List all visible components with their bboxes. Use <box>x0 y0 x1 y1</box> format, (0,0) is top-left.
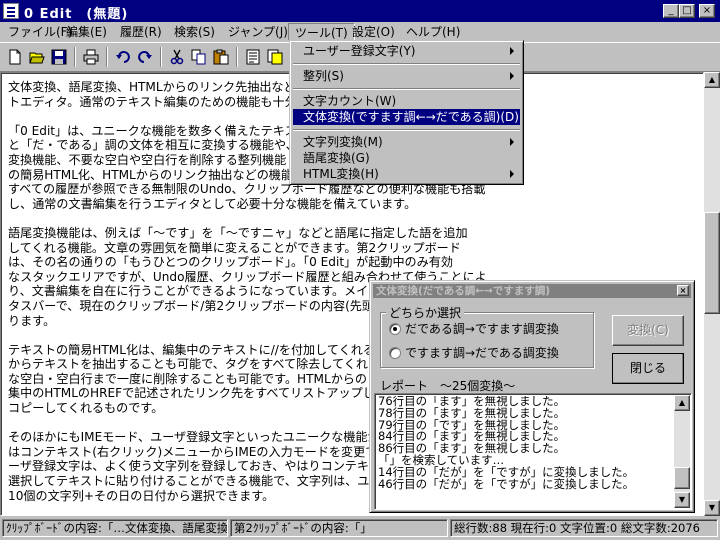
report-list: 76行目の「ます」を無視しました。 78行目の「ます」を無視しました。 79行目の「… <box>378 396 668 508</box>
scroll-thumb[interactable] <box>704 212 720 314</box>
radio-unchecked-icon[interactable] <box>389 347 401 359</box>
menu-item-label: 整列(S) <box>303 69 344 83</box>
dialog-close-icon[interactable]: × <box>677 285 689 296</box>
copy-icon[interactable] <box>188 46 210 68</box>
status-position: 総行数:88 現在行:0 文字位置:0 総文字数:2076 <box>450 519 718 537</box>
close-dialog-button[interactable]: 閉じる <box>612 353 684 384</box>
close-button[interactable]: × <box>699 4 715 18</box>
new-file-icon[interactable] <box>4 46 26 68</box>
paste-icon[interactable] <box>210 46 232 68</box>
menu-jump[interactable]: ジャンプ(J) <box>222 23 294 41</box>
menu-separator <box>293 129 520 131</box>
minimize-button[interactable]: _ <box>663 4 679 18</box>
cut-icon[interactable] <box>166 46 188 68</box>
tools-dropdown-menu: ユーザー登録文字(Y) 整列(S) 文字カウント(W) 文体変換(ですます調←→… <box>289 40 524 185</box>
menu-item-html-convert[interactable]: HTML変換(H) <box>293 166 520 182</box>
editor-line[interactable]: し、通常の文書編集を行うエディタとして必要十分な機能を備えています。 <box>8 197 698 212</box>
second-clipboard-icon[interactable] <box>264 46 286 68</box>
group-label: どちらか選択 <box>386 304 465 321</box>
report-box[interactable]: 76行目の「ます」を無視しました。 78行目の「ます」を無視しました。 79行目の「… <box>374 393 692 510</box>
report-scrollbar[interactable]: ▲ ▼ <box>674 395 690 508</box>
style-convert-dialog: 文体変換(だである調←→ですます調) × だである調→ですます調変換 ですます調… <box>369 280 695 513</box>
radio-checked-icon[interactable] <box>389 323 401 335</box>
scroll-thumb[interactable] <box>674 467 690 489</box>
menu-search[interactable]: 検索(S) <box>168 23 221 41</box>
dialog-title: 文体変換(だである調←→ですます調) <box>376 285 551 297</box>
scroll-down-icon[interactable]: ▼ <box>704 500 720 516</box>
scroll-up-icon[interactable]: ▲ <box>674 395 690 411</box>
toolbar-separator <box>160 47 162 67</box>
redo-icon[interactable] <box>134 46 156 68</box>
submenu-arrow-icon <box>510 47 514 55</box>
editor-line[interactable]: 語尾変換機能は、例えば「～です」を「～ですニャ」などと語尾に指定した語を追加 <box>8 226 698 241</box>
convert-button[interactable]: 変換(C) <box>612 315 684 346</box>
menu-item-style-convert[interactable]: 文体変換(ですます調←→だである調)(D) <box>293 109 520 125</box>
status-clipboard2: 第2ｸﾘｯﾌﾟﾎﾞｰﾄﾞの内容:「」 <box>230 519 448 537</box>
window-title: 0 Edit (無題) <box>24 7 129 22</box>
toolbar-separator <box>236 47 238 67</box>
menu-item-string-convert[interactable]: 文字列変換(M) <box>293 134 520 150</box>
status-clipboard: ｸﾘｯﾌﾟﾎﾞｰﾄﾞの内容:「…文体変換、語尾変換 <box>2 519 228 537</box>
menu-tools[interactable]: ツール(T) <box>288 23 355 41</box>
menu-settings[interactable]: 設定(O) <box>346 23 401 41</box>
menu-edit[interactable]: 編集(E) <box>60 23 113 41</box>
editor-line[interactable]: してくれる機能。文章の雰囲気を簡単に変えることができます。第2クリップボード <box>8 241 698 256</box>
maximize-button[interactable]: □ <box>679 4 695 18</box>
report-label: レポート ～25個変換～ <box>380 379 516 393</box>
radio-label: だである調→ですます調変換 <box>405 322 559 336</box>
menu-item-char-count[interactable]: 文字カウント(W) <box>293 93 520 109</box>
menu-item-label: ユーザー登録文字(Y) <box>303 44 416 58</box>
menu-bar: ファイル(F) 編集(E) 履歴(R) 検索(S) ジャンプ(J) ツール(T)… <box>0 22 720 42</box>
menu-item-align[interactable]: 整列(S) <box>293 68 520 84</box>
print-icon[interactable] <box>80 46 102 68</box>
submenu-arrow-icon <box>510 170 514 178</box>
report-line: 46行目の「だが」を「ですが」に変換しました。 <box>378 476 635 491</box>
menu-help[interactable]: ヘルプ(H) <box>400 23 466 41</box>
dialog-title-bar: 文体変換(だである調←→ですます調) × <box>373 284 691 298</box>
editor-line[interactable]: は、その名の通りの「もうひとつのクリップボード」。「0 Edit」が起動中のみ有… <box>8 255 698 270</box>
menu-separator <box>293 63 520 65</box>
title-bar: 0 Edit (無題) _ □ × <box>0 0 720 22</box>
app-icon[interactable] <box>3 3 19 19</box>
toolbar-separator <box>74 47 76 67</box>
menu-item-user-strings[interactable]: ユーザー登録文字(Y) <box>293 43 520 59</box>
toolbar-separator <box>106 47 108 67</box>
menu-item-label: 文字列変換(M) <box>303 135 383 149</box>
clipboard-history-icon[interactable] <box>242 46 264 68</box>
scroll-down-icon[interactable]: ▼ <box>674 492 690 508</box>
undo-icon[interactable] <box>112 46 134 68</box>
editor-scrollbar[interactable]: ▲ ▼ <box>704 72 720 516</box>
save-icon[interactable] <box>48 46 70 68</box>
scroll-up-icon[interactable]: ▲ <box>704 72 720 88</box>
menu-item-suffix-convert[interactable]: 語尾変換(G) <box>293 150 520 166</box>
submenu-arrow-icon <box>510 72 514 80</box>
editor-line[interactable] <box>8 211 698 226</box>
menu-history[interactable]: 履歴(R) <box>114 23 168 41</box>
menu-separator <box>293 88 520 90</box>
status-bar: ｸﾘｯﾌﾟﾎﾞｰﾄﾞの内容:「…文体変換、語尾変換 第2ｸﾘｯﾌﾟﾎﾞｰﾄﾞの内… <box>0 516 720 540</box>
submenu-arrow-icon <box>510 138 514 146</box>
radio-label: ですます調→だである調変換 <box>405 346 559 360</box>
menu-item-label: HTML変換(H) <box>303 167 379 181</box>
open-folder-icon[interactable] <box>26 46 48 68</box>
